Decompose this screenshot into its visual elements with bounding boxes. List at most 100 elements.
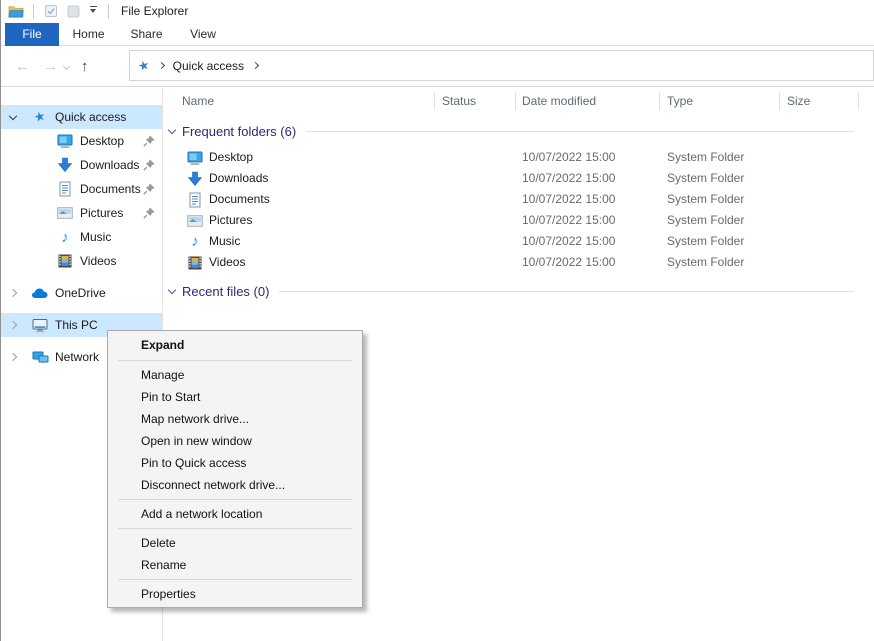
properties-button[interactable] bbox=[43, 3, 59, 19]
new-folder-button[interactable] bbox=[65, 3, 81, 19]
chevron-down-icon[interactable] bbox=[168, 286, 176, 294]
sidebar-item-downloads[interactable]: Downloads bbox=[1, 153, 162, 177]
window-title: File Explorer bbox=[121, 4, 188, 18]
menu-item-open-in-new-window[interactable]: Open in new window bbox=[108, 430, 362, 452]
documents-icon bbox=[56, 181, 74, 197]
menu-item-label: Pin to Start bbox=[141, 390, 200, 404]
menu-separator bbox=[118, 360, 352, 361]
downloads-icon bbox=[187, 171, 203, 187]
downloads-icon bbox=[56, 157, 74, 173]
sidebar-item-documents[interactable]: Documents bbox=[1, 177, 162, 201]
menu-item-manage[interactable]: Manage bbox=[108, 364, 362, 386]
file-row-downloads[interactable]: Downloads10/07/2022 15:00System Folder bbox=[164, 168, 874, 189]
menu-item-pin-to-quick-access[interactable]: Pin to Quick access bbox=[108, 452, 362, 474]
recent-locations-dropdown-icon[interactable] bbox=[63, 63, 70, 70]
file-date-modified: 10/07/2022 15:00 bbox=[522, 210, 615, 231]
menu-item-disconnect-network-drive[interactable]: Disconnect network drive... bbox=[108, 474, 362, 496]
file-type: System Folder bbox=[667, 147, 744, 168]
file-name: Pictures bbox=[209, 210, 252, 231]
tab-view[interactable]: View bbox=[179, 23, 227, 46]
sidebar-item-videos[interactable]: Videos bbox=[1, 249, 162, 273]
documents-icon bbox=[187, 192, 203, 208]
address-bar[interactable]: ★ Quick access bbox=[129, 50, 874, 81]
chevron-down-icon[interactable] bbox=[9, 112, 17, 120]
forward-button[interactable]: → bbox=[43, 46, 58, 87]
tab-share[interactable]: Share bbox=[122, 23, 171, 46]
menu-item-properties[interactable]: Properties bbox=[108, 583, 362, 605]
breadcrumb-chevron-icon[interactable] bbox=[158, 62, 165, 69]
chevron-down-icon[interactable] bbox=[168, 126, 176, 134]
file-row-documents[interactable]: Documents10/07/2022 15:00System Folder bbox=[164, 189, 874, 210]
menu-item-label: Map network drive... bbox=[141, 412, 249, 426]
breadcrumb-quick-access[interactable]: Quick access bbox=[173, 59, 244, 73]
file-row-videos[interactable]: Videos 10/07/2022 15:00 System Folder bbox=[164, 252, 874, 273]
tab-home[interactable]: Home bbox=[65, 23, 112, 46]
ribbon-tabs: File Home Share View bbox=[1, 22, 874, 46]
sidebar-item-desktop[interactable]: Desktop bbox=[1, 129, 162, 153]
network-icon bbox=[31, 349, 49, 365]
file-name: Downloads bbox=[209, 168, 268, 189]
sidebar-item-music[interactable]: ♪Music bbox=[1, 225, 162, 249]
this-pc-icon bbox=[31, 317, 49, 333]
sidebar-item-onedrive[interactable]: OneDrive bbox=[1, 281, 162, 305]
sidebar-item-quick-access[interactable]: ★Quick access bbox=[1, 105, 162, 129]
column-separator[interactable] bbox=[858, 92, 859, 110]
column-header-size[interactable]: Size bbox=[787, 88, 810, 114]
file-date-modified: 10/07/2022 15:00 bbox=[522, 231, 615, 252]
column-separator[interactable] bbox=[434, 92, 435, 110]
file-type: System Folder bbox=[667, 189, 744, 210]
menu-separator bbox=[118, 528, 352, 529]
file-type: System Folder bbox=[667, 210, 744, 231]
group-rule bbox=[279, 291, 854, 292]
menu-item-label: Add a network location bbox=[141, 507, 262, 521]
tab-file[interactable]: File bbox=[5, 23, 59, 46]
file-name: Music bbox=[209, 231, 240, 252]
menu-item-expand[interactable]: Expand bbox=[108, 333, 362, 357]
menu-item-map-network-drive[interactable]: Map network drive... bbox=[108, 408, 362, 430]
chevron-right-icon[interactable] bbox=[9, 321, 17, 329]
group-header-frequent-folders-6[interactable]: Frequent folders (6) bbox=[164, 122, 874, 141]
menu-item-rename[interactable]: Rename bbox=[108, 554, 362, 576]
customize-quick-access-toolbar-dropdown-icon[interactable] bbox=[86, 6, 100, 17]
group-rows: Desktop10/07/2022 15:00System FolderDown… bbox=[164, 147, 874, 273]
file-name: Documents bbox=[209, 189, 270, 210]
column-separator[interactable] bbox=[515, 92, 516, 110]
back-button[interactable]: ← bbox=[15, 46, 30, 87]
file-row-music[interactable]: ♪Music10/07/2022 15:00System Folder bbox=[164, 231, 874, 252]
column-header-type[interactable]: Type bbox=[667, 88, 693, 114]
column-header-name[interactable]: Name bbox=[182, 88, 214, 114]
group-rule bbox=[306, 131, 854, 132]
menu-item-add-a-network-location[interactable]: Add a network location bbox=[108, 503, 362, 525]
chevron-right-icon[interactable] bbox=[9, 289, 17, 297]
column-header-status[interactable]: Status bbox=[442, 88, 476, 114]
menu-item-pin-to-start[interactable]: Pin to Start bbox=[108, 386, 362, 408]
pictures-icon bbox=[56, 205, 74, 221]
chevron-right-icon[interactable] bbox=[9, 353, 17, 361]
breadcrumb-chevron-icon[interactable] bbox=[252, 62, 259, 69]
file-explorer-window: File Explorer File Home Share View ← → ↑… bbox=[0, 0, 874, 641]
navigation-bar: ← → ↑ ★ Quick access bbox=[1, 46, 874, 87]
sidebar-item-label: Network bbox=[55, 350, 99, 364]
menu-separator bbox=[118, 579, 352, 580]
column-header-date-modified[interactable]: Date modified bbox=[522, 88, 596, 114]
file-date-modified: 10/07/2022 15:00 bbox=[522, 252, 615, 273]
file-type: System Folder bbox=[667, 252, 744, 273]
app-folder-icon bbox=[8, 3, 24, 19]
sidebar-item-label: This PC bbox=[55, 318, 98, 332]
menu-item-delete[interactable]: Delete bbox=[108, 532, 362, 554]
pin-icon bbox=[143, 183, 155, 195]
sidebar-item-label: Videos bbox=[80, 254, 116, 268]
group-header-recent-files-0[interactable]: Recent files (0) bbox=[164, 282, 874, 301]
group-title: Recent files (0) bbox=[182, 284, 269, 299]
up-button[interactable]: ↑ bbox=[81, 46, 89, 87]
column-separator[interactable] bbox=[779, 92, 780, 110]
sidebar-item-pictures[interactable]: Pictures bbox=[1, 201, 162, 225]
file-row-desktop[interactable]: Desktop10/07/2022 15:00System Folder bbox=[164, 147, 874, 168]
column-separator[interactable] bbox=[659, 92, 660, 110]
file-row-pictures[interactable]: Pictures 10/07/2022 15:00 System Folder bbox=[164, 210, 874, 231]
sidebar-item-label: Music bbox=[80, 230, 111, 244]
pin-icon bbox=[143, 159, 155, 171]
file-name: Videos bbox=[209, 252, 245, 273]
menu-item-label: Manage bbox=[141, 368, 184, 382]
sidebar-item-label: Downloads bbox=[80, 158, 139, 172]
